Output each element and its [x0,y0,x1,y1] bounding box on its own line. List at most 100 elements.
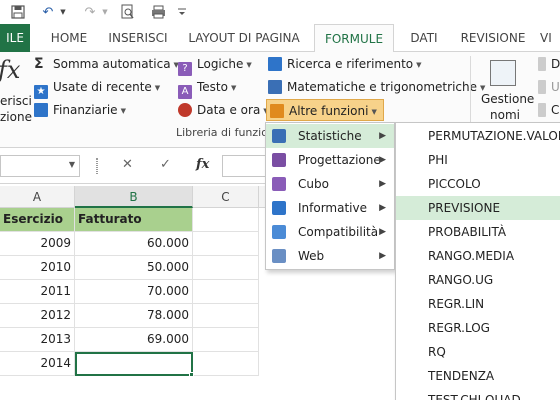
year-cell[interactable]: 2010 [0,256,75,280]
empty-cell[interactable] [193,232,259,256]
name-manager-icon [490,60,516,86]
lookup-icon [268,57,282,71]
confirm-entry-button[interactable]: ✓ [160,157,171,172]
tab-view[interactable]: VI [540,24,560,52]
chevron-down-icon[interactable]: ▼ [69,160,75,169]
function-item[interactable]: PROBABILITÀ [396,220,560,244]
function-library-group-label: Libreria di funzion [176,126,275,139]
menu-item-3[interactable]: Informative ▶ [266,196,394,220]
header-cell-year[interactable]: Esercizio [0,208,75,232]
category-icon [272,153,286,167]
recently-used-button[interactable]: ★ Usate di recente ▼ [34,77,160,99]
selection-fill-handle[interactable] [189,372,194,377]
insert-function-fx-button[interactable]: fx [196,157,209,172]
logical-icon: ? [178,62,192,76]
column-header-b[interactable]: B [75,186,193,208]
sigma-icon: Σ [34,56,44,72]
logical-button[interactable]: ? Logiche ▼ [178,54,252,76]
revenue-cell[interactable]: 60.000 [75,232,193,256]
revenue-cell[interactable]: 69.000 [75,328,193,352]
quick-access-toolbar: ↶ ▼ ↷ ▼ [0,0,560,24]
function-item[interactable]: REGR.LIN [396,292,560,316]
tab-formulas[interactable]: FORMULE [314,24,394,53]
year-cell[interactable]: 2012 [0,304,75,328]
tab-file[interactable]: ILE [0,24,30,52]
column-header-c[interactable]: C [193,186,259,208]
create-from-selection-button[interactable]: C [538,100,559,120]
chevron-down-icon: ▼ [120,107,126,115]
function-item[interactable]: PICCOLO [396,172,560,196]
math-icon [268,80,282,94]
undo-dropdown-icon[interactable]: ▼ [58,3,68,21]
lookup-reference-button[interactable]: Ricerca e riferimento ▼ [268,54,422,74]
header-cell-revenue[interactable]: Fatturato [75,208,193,232]
formula-tag-icon [538,80,546,94]
function-item[interactable]: TEST.CHI.QUAD [396,388,560,400]
menu-item-0[interactable]: Statistiche ▶ [266,124,394,148]
function-item[interactable]: PREVISIONE [396,196,560,220]
redo-icon[interactable]: ↷ [82,3,98,21]
function-item[interactable]: TENDENZA [396,364,560,388]
menu-item-5[interactable]: Web ▶ [266,244,394,268]
recently-used-label: Usate di recente [53,80,152,94]
empty-cell[interactable] [193,256,259,280]
empty-cell[interactable] [193,208,259,232]
text-button[interactable]: A Testo ▼ [178,77,236,99]
autosum-button[interactable]: Σ Somma automatica ▼ [34,54,179,74]
function-item[interactable]: PERMUTAZIONE.VALORI [396,124,560,148]
empty-cell[interactable] [193,328,259,352]
tab-review[interactable]: REVISIONE [456,24,530,52]
menu-item-4[interactable]: Compatibilità ▶ [266,220,394,244]
menu-item-2[interactable]: Cubo ▶ [266,172,394,196]
empty-cell[interactable] [193,304,259,328]
function-item[interactable]: RANGO.UG [396,268,560,292]
empty-cell[interactable] [193,280,259,304]
year-cell[interactable]: 2009 [0,232,75,256]
print-preview-icon[interactable] [120,3,136,21]
revenue-cell[interactable]: 50.000 [75,256,193,280]
tab-page-layout[interactable]: LAYOUT DI PAGINA [180,24,308,52]
selected-cell[interactable] [75,352,193,376]
revenue-cell[interactable]: 70.000 [75,280,193,304]
quick-print-icon[interactable] [150,3,166,21]
function-item[interactable]: RANGO.MEDIA [396,244,560,268]
customize-toolbar-icon[interactable] [176,3,188,21]
name-box[interactable]: ▼ [0,155,80,177]
use-in-formula-button[interactable]: U [538,77,560,97]
lookup-reference-label: Ricerca e riferimento [287,57,414,71]
more-functions-label: Altre funzioni [289,104,369,118]
function-item[interactable]: RQ [396,340,560,364]
year-cell[interactable]: 2011 [0,280,75,304]
menu-item-1[interactable]: Progettazione ▶ [266,148,394,172]
revenue-cell[interactable]: 78.000 [75,304,193,328]
clock-icon [178,103,192,117]
empty-cell[interactable] [193,352,259,376]
name-manager-button[interactable]: Gestione nomi [478,56,534,126]
date-time-button[interactable]: Data e ora▼ [178,100,269,120]
tab-insert[interactable]: INSERISCI [103,24,173,52]
function-item[interactable]: REGR.LOG [396,316,560,340]
column-header-a[interactable]: A [0,186,75,208]
insert-function-button[interactable]: fx erisci zione [0,54,32,124]
use-in-formula-partial-label: U [551,80,560,94]
cancel-entry-button[interactable]: ✕ [122,157,133,172]
year-cell[interactable]: 2013 [0,328,75,352]
category-icon [272,225,286,239]
redo-dropdown-icon[interactable]: ▼ [100,3,110,21]
formula-bar-separator [96,158,98,174]
category-icon [272,129,286,143]
financial-button[interactable]: Finanziarie ▼ [34,100,126,120]
function-item[interactable]: PHI [396,148,560,172]
year-cell[interactable]: 2014 [0,352,75,376]
define-name-button[interactable]: D [538,54,560,74]
text-icon: A [178,85,192,99]
more-functions-button[interactable]: Altre funzioni ▼ [266,99,384,121]
save-icon[interactable] [10,3,26,21]
logical-label: Logiche [197,57,244,71]
math-trig-button[interactable]: Matematiche e trigonometriche ▼ [268,77,485,97]
tab-data[interactable]: DATI [398,24,450,52]
date-time-label: Data e ora [197,103,261,117]
undo-icon[interactable]: ↶ [40,3,56,21]
menu-item-label: Compatibilità [298,225,379,239]
tab-home[interactable]: HOME [40,24,98,52]
